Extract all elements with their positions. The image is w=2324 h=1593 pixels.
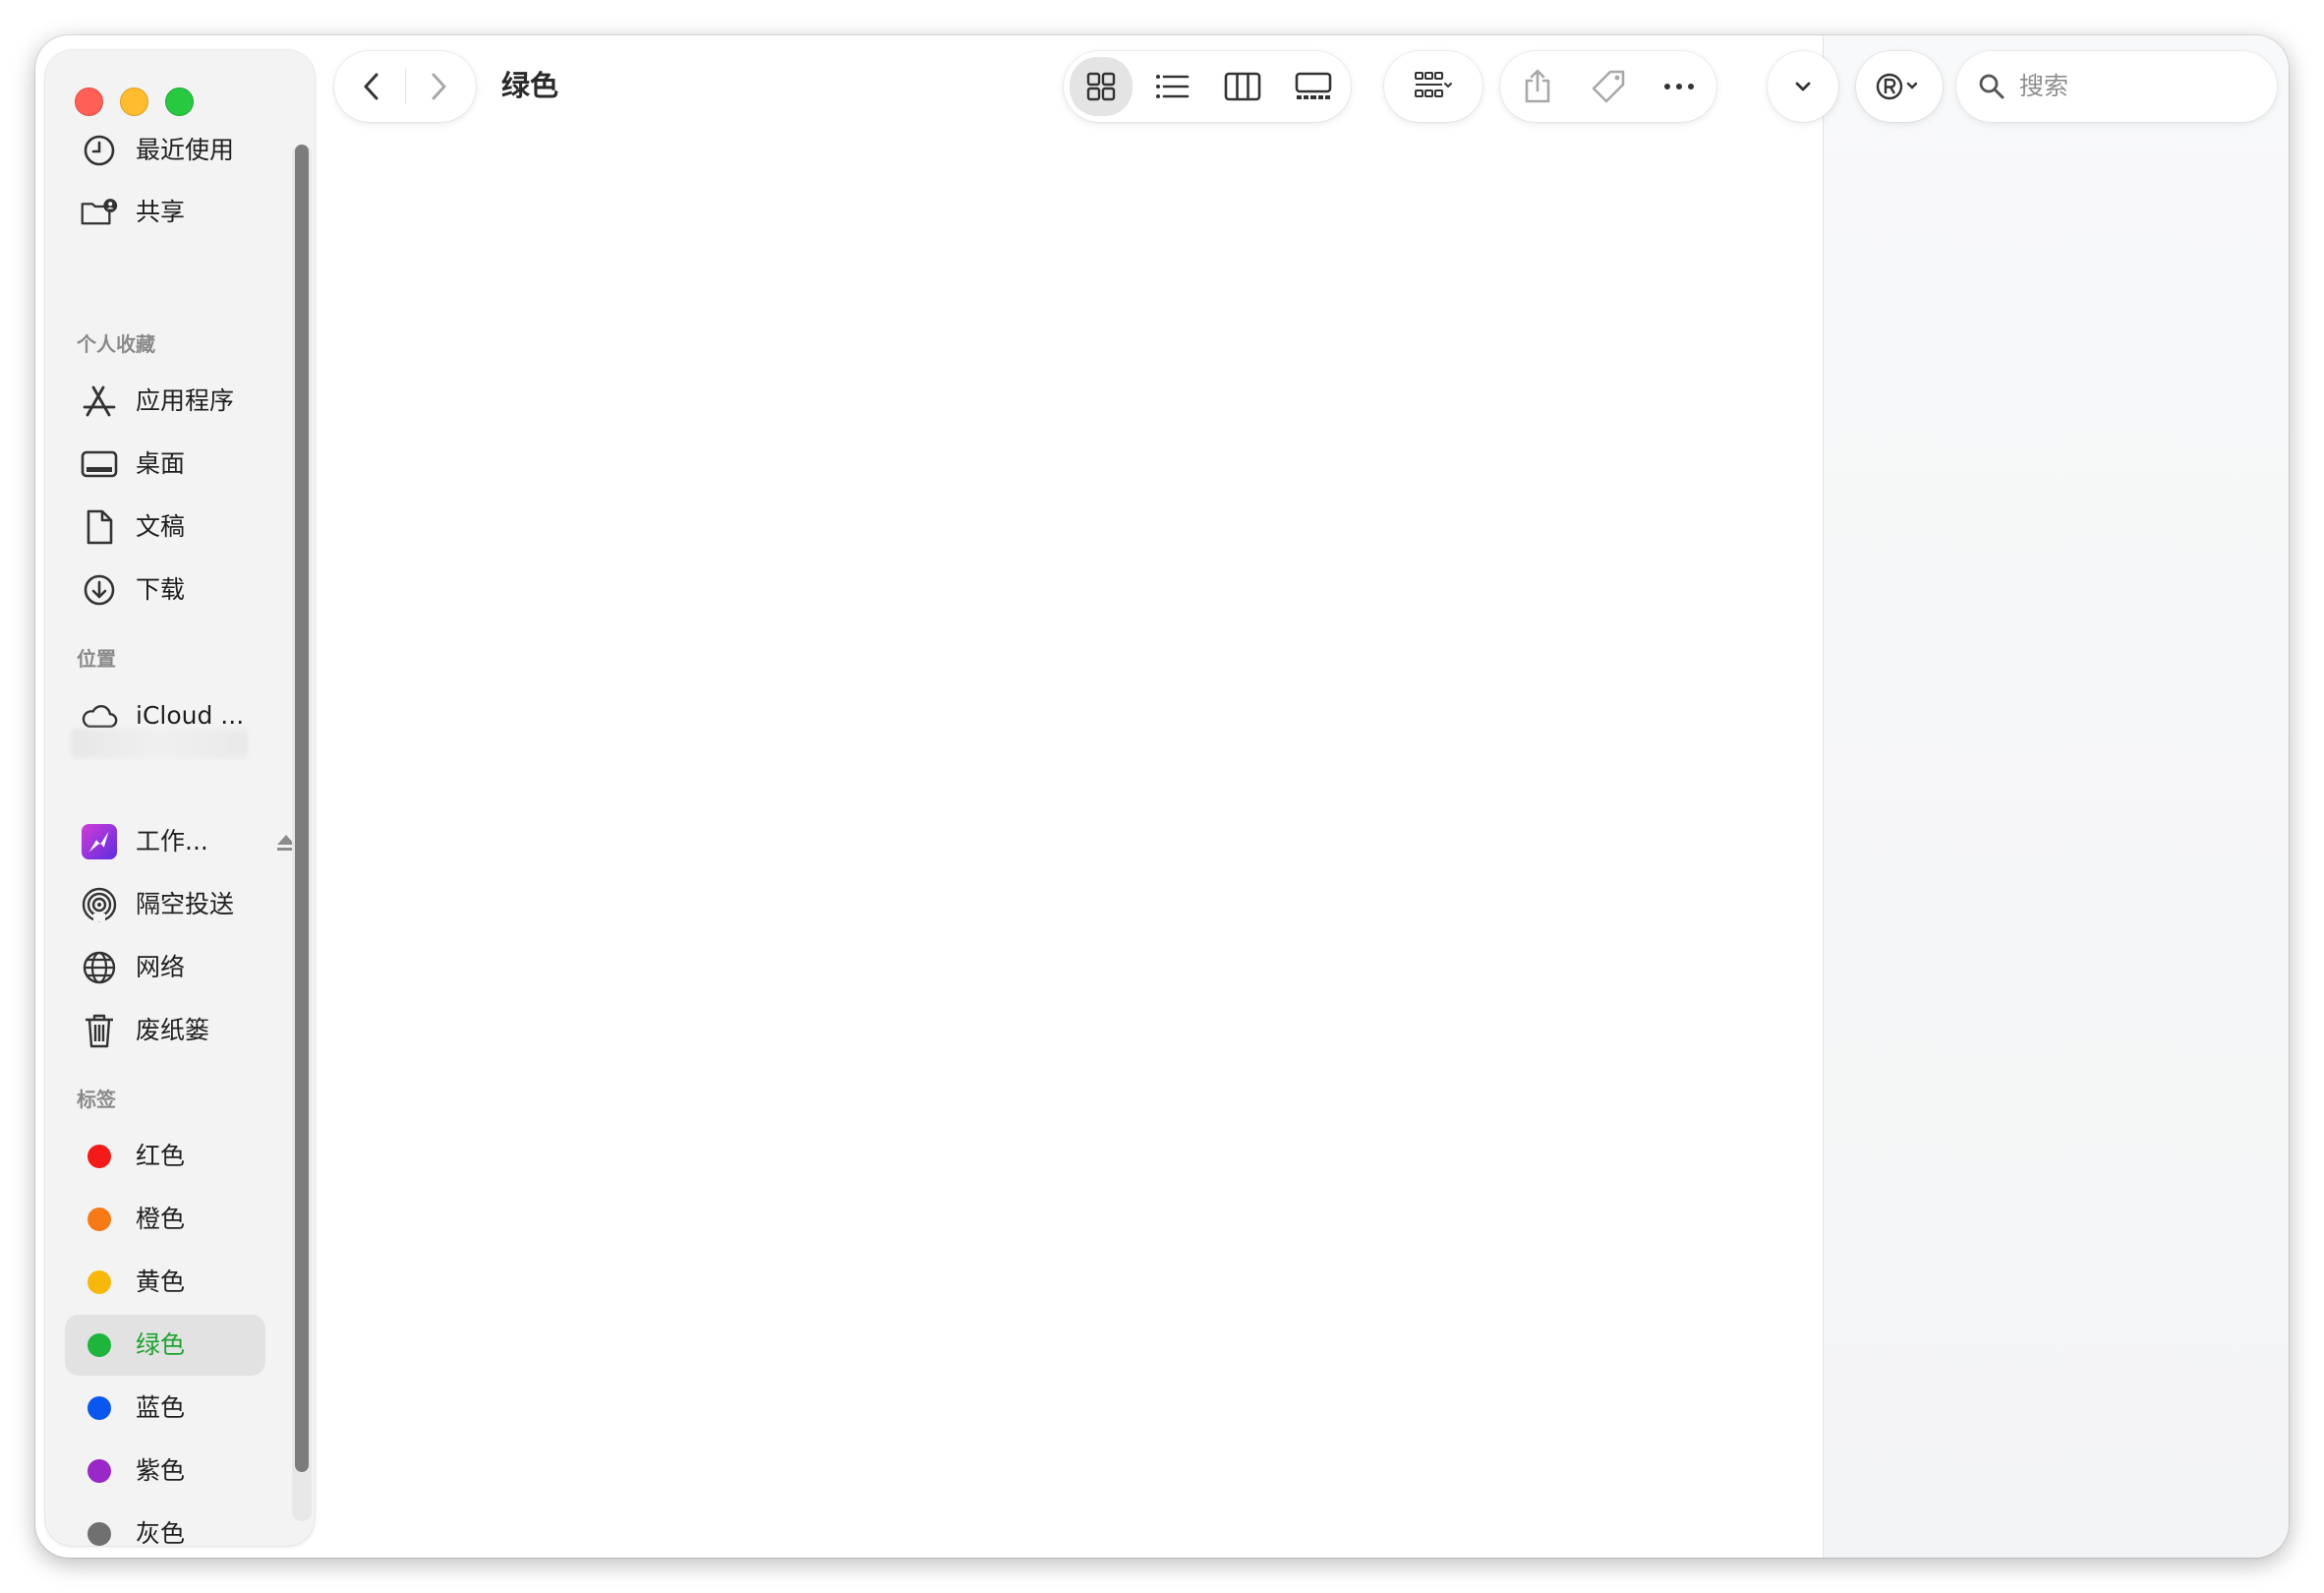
sidebar-item-label: 桌面 xyxy=(136,449,186,478)
sidebar-item-label: 绿色 xyxy=(136,1330,186,1359)
toolbar-overflow-button[interactable] xyxy=(1773,57,1832,116)
sidebar-tag-green[interactable]: 绿色 xyxy=(65,1315,265,1376)
sidebar-item-label: 文稿 xyxy=(136,512,186,541)
extension-button[interactable] xyxy=(1862,57,1937,116)
ellipsis-icon xyxy=(1664,84,1694,89)
chevron-left-icon xyxy=(364,73,378,100)
favorites-section-heading: 个人收藏 xyxy=(77,332,155,356)
tag-dot-red-icon xyxy=(87,1145,111,1168)
group-by-control xyxy=(1384,51,1482,122)
tags-section-heading: 标签 xyxy=(77,1088,116,1111)
sidebar-item-label: 网络 xyxy=(136,953,186,981)
sidebar-item-label: 橙色 xyxy=(136,1205,186,1233)
toolbar-overflow xyxy=(1768,51,1838,122)
sidebar-tag-blue[interactable]: 蓝色 xyxy=(65,1378,265,1439)
tag-dot-green-icon xyxy=(87,1333,111,1357)
list-icon xyxy=(1156,75,1190,98)
extension-control xyxy=(1856,51,1943,122)
document-icon xyxy=(81,509,118,545)
finder-window: 最近使用 共享 个人收藏 应用程序 桌面 文稿 下载 位置 iCloud ...… xyxy=(35,35,2289,1558)
tag-dot-blue-icon xyxy=(87,1396,111,1420)
sidebar-item-label: 红色 xyxy=(136,1142,186,1170)
sidebar-item-label: 黄色 xyxy=(136,1268,186,1296)
share-icon xyxy=(1525,69,1550,103)
sidebar-scrollbar[interactable] xyxy=(292,145,312,1521)
tag-dot-gray-icon xyxy=(87,1522,111,1546)
sidebar-item-documents[interactable]: 文稿 xyxy=(65,497,265,558)
cloud-icon xyxy=(81,699,118,733)
sidebar-tag-purple[interactable]: 紫色 xyxy=(65,1441,265,1502)
sidebar-item-label: 工作... xyxy=(136,827,208,856)
sidebar-item-network[interactable]: 网络 xyxy=(65,937,265,998)
list-view-button[interactable] xyxy=(1140,57,1203,116)
column-view-button[interactable] xyxy=(1211,57,1274,116)
actions-controls xyxy=(1500,51,1716,122)
tag-button[interactable] xyxy=(1577,57,1640,116)
minimize-window-button[interactable] xyxy=(120,88,148,116)
tag-dot-yellow-icon xyxy=(87,1270,111,1294)
group-by-button[interactable] xyxy=(1390,57,1477,116)
forward-button[interactable] xyxy=(409,57,468,116)
blurred-item xyxy=(71,729,248,758)
globe-icon xyxy=(81,951,118,984)
shared-folder-icon xyxy=(81,196,118,229)
sidebar-item-applications[interactable]: 应用程序 xyxy=(65,371,265,432)
sidebar-tag-gray[interactable]: 灰色 xyxy=(65,1504,265,1546)
search-field[interactable]: 搜索 xyxy=(1956,51,2277,122)
sidebar-item-label: 最近使用 xyxy=(136,136,235,164)
chevron-right-icon xyxy=(432,73,446,100)
applications-icon xyxy=(81,384,118,418)
sidebar-tag-red[interactable]: 红色 xyxy=(65,1126,265,1187)
icon-view-button[interactable] xyxy=(1070,57,1133,116)
sidebar-tag-yellow[interactable]: 黄色 xyxy=(65,1252,265,1313)
locations-section-heading: 位置 xyxy=(77,647,116,671)
close-window-button[interactable] xyxy=(75,88,103,116)
search-placeholder: 搜索 xyxy=(2019,72,2069,100)
sidebar-item-label: iCloud ... xyxy=(136,701,245,730)
sidebar-item-label: 灰色 xyxy=(136,1519,186,1546)
sidebar-item-label: 隔空投送 xyxy=(136,890,235,918)
zoom-window-button[interactable] xyxy=(165,88,194,116)
sidebar-tag-orange[interactable]: 橙色 xyxy=(65,1189,265,1250)
sidebar-item-downloads[interactable]: 下载 xyxy=(65,560,265,620)
navigation-controls xyxy=(334,51,476,122)
tag-dot-orange-icon xyxy=(87,1208,111,1231)
sidebar-item-work-drive[interactable]: 工作... xyxy=(65,811,295,872)
sidebar-item-label: 蓝色 xyxy=(136,1393,186,1422)
tag-icon xyxy=(1592,70,1625,103)
sidebar: 最近使用 共享 个人收藏 应用程序 桌面 文稿 下载 位置 iCloud ...… xyxy=(45,50,315,1546)
sidebar-item-recents[interactable]: 最近使用 xyxy=(65,120,265,181)
right-panel-background xyxy=(1823,35,2289,1558)
columns-icon xyxy=(1224,72,1261,101)
gallery-view-button[interactable] xyxy=(1282,57,1345,116)
sidebar-item-label: 废纸篓 xyxy=(136,1016,210,1044)
sidebar-item-label: 紫色 xyxy=(136,1456,186,1485)
search-icon xyxy=(1979,74,2004,99)
download-icon xyxy=(81,573,118,607)
desktop-icon xyxy=(81,447,118,481)
window-title: 绿色 xyxy=(501,69,559,102)
airdrop-icon xyxy=(81,887,118,922)
sidebar-item-trash[interactable]: 废纸篓 xyxy=(65,1000,265,1061)
chevron-down-icon xyxy=(1795,82,1811,91)
gallery-icon xyxy=(1295,72,1332,99)
sidebar-item-label: 应用程序 xyxy=(136,386,235,415)
sidebar-item-desktop[interactable]: 桌面 xyxy=(65,434,265,495)
sidebar-item-airdrop[interactable]: 隔空投送 xyxy=(65,874,265,935)
sidebar-item-label: 共享 xyxy=(136,198,186,226)
more-button[interactable] xyxy=(1648,57,1711,116)
app-drive-icon xyxy=(81,823,118,860)
back-button[interactable] xyxy=(342,57,401,116)
registered-icon xyxy=(1876,73,1918,100)
sidebar-item-shared[interactable]: 共享 xyxy=(65,182,265,243)
sidebar-item-label: 下载 xyxy=(136,575,186,604)
share-button[interactable] xyxy=(1506,57,1569,116)
sidebar-scrollbar-thumb[interactable] xyxy=(295,145,309,1472)
clock-icon xyxy=(81,134,118,167)
group-grid-icon xyxy=(1415,72,1452,97)
tag-dot-purple-icon xyxy=(87,1459,111,1483)
grid-icon xyxy=(1086,72,1116,101)
trash-icon xyxy=(81,1014,118,1048)
view-mode-switcher xyxy=(1064,51,1351,122)
